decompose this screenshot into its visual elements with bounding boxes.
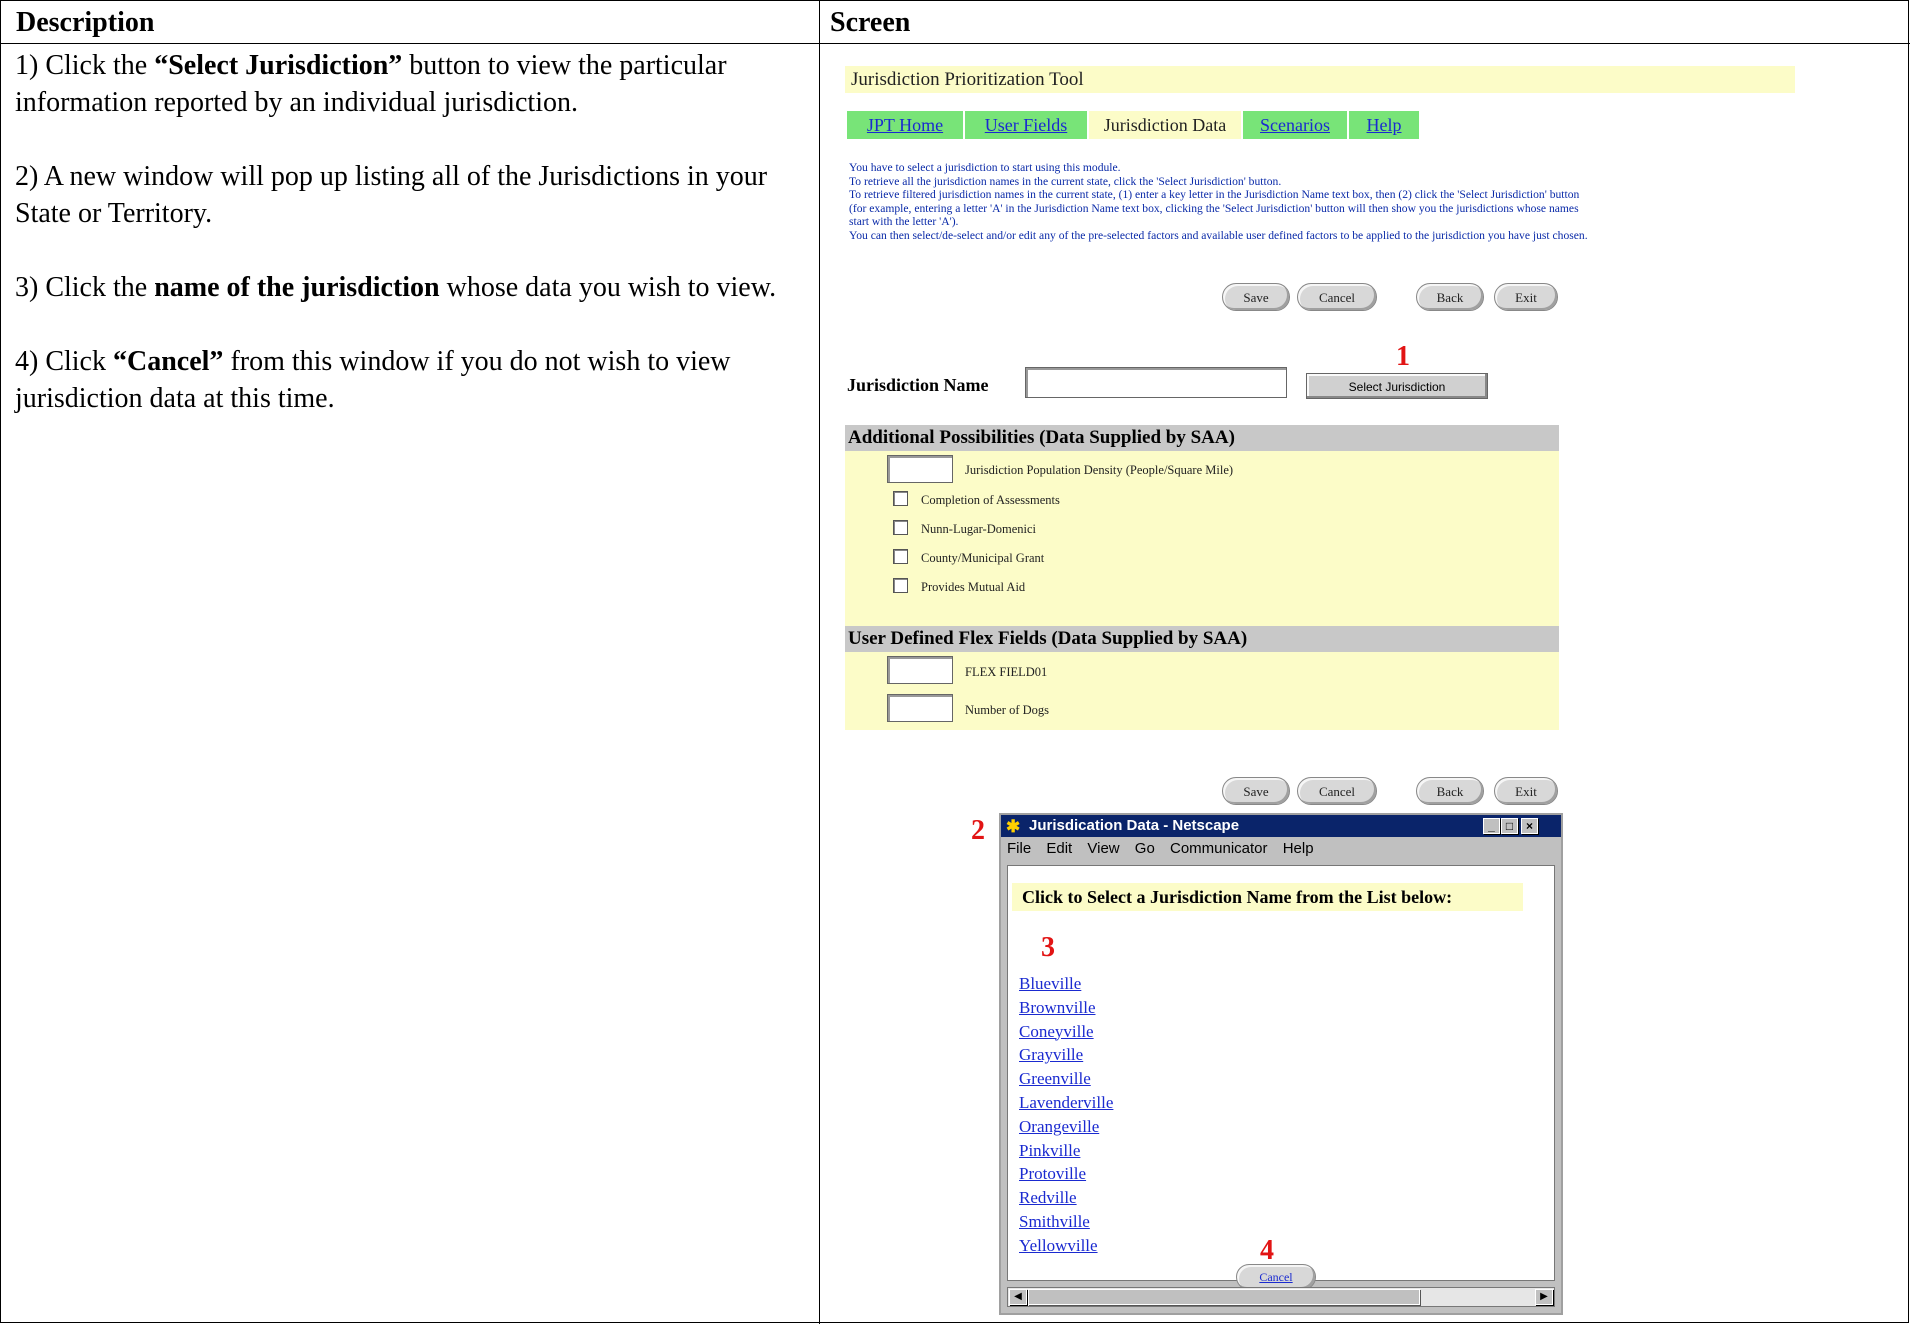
jurisdiction-link[interactable]: Brownville [1019,996,1113,1020]
back-button[interactable]: Back [1416,283,1484,311]
instruction-line: To retrieve all the jurisdiction names i… [849,174,1282,188]
step-marker-2: 2 [971,815,985,846]
flex-field-label: Number of Dogs [965,703,1050,717]
popup-heading: Click to Select a Jurisdiction Name from… [1012,883,1523,911]
maximize-icon[interactable]: □ [1501,818,1518,834]
save-button[interactable]: Save [1222,777,1290,805]
flex-fields-panel: User Defined Flex Fields (Data Supplied … [845,626,1559,730]
flex-field-input[interactable] [887,656,953,684]
additional-possibilities-panel: Additional Possibilities (Data Supplied … [845,425,1559,629]
menu-communicator[interactable]: Communicator [1170,840,1268,857]
jurisdiction-popup-window: ✱ Jurisdication Data - Netscape _ □ × Fi… [999,813,1563,1315]
jurisdiction-link[interactable]: Blueville [1019,972,1113,996]
tab-jurisdiction-data[interactable]: Jurisdiction Data [1089,111,1241,139]
popup-menu-bar: File Edit View Go Communicator Help [1007,840,1325,857]
checkbox[interactable] [893,549,908,564]
screen-mockup: Jurisdiction Prioritization Tool JPT Hom… [821,45,1909,1323]
scroll-right-icon[interactable]: ▶ [1535,1289,1553,1305]
back-button[interactable]: Back [1416,777,1484,805]
step-1: 1) Click the “Select Jurisdiction” butto… [15,50,727,118]
popup-title: Jurisdication Data - Netscape [1029,817,1240,834]
tab-user-fields[interactable]: User Fields [965,111,1087,139]
popup-content: Click to Select a Jurisdiction Name from… [1007,865,1555,1290]
horizontal-scrollbar[interactable]: ◀ ▶ [1007,1287,1555,1307]
step-4: 4) Click “Cancel” from this window if yo… [15,346,731,414]
description-column: 1) Click the “Select Jurisdiction” butto… [15,47,805,454]
density-input[interactable] [887,455,953,483]
select-jurisdiction-button[interactable]: Select Jurisdiction [1306,373,1488,399]
jurisdiction-link[interactable]: Lavenderville [1019,1091,1113,1115]
jurisdiction-list: Blueville Brownville Coneyville Grayvill… [1019,972,1113,1258]
menu-help[interactable]: Help [1283,840,1314,857]
jurisdiction-link[interactable]: Yellowville [1019,1234,1113,1258]
step-marker-4: 4 [1260,1235,1274,1266]
popup-title-bar: ✱ Jurisdication Data - Netscape _ □ × [1001,815,1561,837]
menu-edit[interactable]: Edit [1046,840,1072,857]
panel-body: FLEX FIELD01 Number of Dogs [845,652,1559,730]
instruction-line: To retrieve filtered jurisdiction names … [849,188,1580,202]
instruction-line: You have to select a jurisdiction to sta… [849,161,1121,174]
exit-button[interactable]: Exit [1494,283,1558,311]
jurisdiction-link[interactable]: Redville [1019,1186,1113,1210]
menu-go[interactable]: Go [1135,840,1155,857]
jurisdiction-link[interactable]: Pinkville [1019,1139,1113,1163]
step-marker-1: 1 [1396,341,1410,372]
scroll-thumb[interactable] [1028,1289,1420,1305]
panel-header: Additional Possibilities (Data Supplied … [845,425,1559,451]
tab-bar: JPT Home User Fields Jurisdiction Data S… [847,111,1475,139]
tab-help[interactable]: Help [1349,111,1419,139]
flex-field-input[interactable] [887,694,953,722]
save-button[interactable]: Save [1222,283,1290,311]
jurisdiction-link[interactable]: Coneyville [1019,1020,1113,1044]
jurisdiction-name-input[interactable] [1025,367,1287,398]
instructions: You have to select a jurisdiction to sta… [849,161,1789,243]
screen-header: Screen [830,7,911,38]
tab-scenarios[interactable]: Scenarios [1243,111,1347,139]
jurisdiction-link[interactable]: Protoville [1019,1162,1113,1186]
step-3: 3) Click the name of the jurisdiction wh… [15,272,777,303]
minimize-icon[interactable]: _ [1483,818,1500,834]
jurisdiction-link[interactable]: Orangeville [1019,1115,1113,1139]
checkbox-label: County/Municipal Grant [921,551,1045,565]
menu-file[interactable]: File [1007,840,1031,857]
exit-button[interactable]: Exit [1494,777,1558,805]
jurisdiction-link[interactable]: Grayville [1019,1043,1113,1067]
instruction-line: start with the letter 'A'). [849,215,959,229]
checkbox[interactable] [893,578,908,593]
document-table: Description Screen 1) Click the “Select … [0,0,1910,1324]
cancel-button[interactable]: Cancel [1297,283,1377,311]
checkbox[interactable] [893,520,908,535]
menu-view[interactable]: View [1087,840,1119,857]
checkbox-label: Provides Mutual Aid [921,580,1026,594]
panel-header: User Defined Flex Fields (Data Supplied … [845,626,1559,652]
instruction-line: You can then select/de-select and/or edi… [849,228,1588,242]
density-label: Jurisdiction Population Density (People/… [965,463,1234,477]
flex-field-label: FLEX FIELD01 [965,665,1048,679]
cancel-button[interactable]: Cancel [1297,777,1377,805]
app-title: Jurisdiction Prioritization Tool [845,66,1795,93]
jurisdiction-name-label: Jurisdiction Name [847,375,989,395]
step-2: 2) A new window will pop up listing all … [15,161,768,229]
column-divider [819,1,820,1324]
header-divider [1,43,1910,44]
description-header: Description [16,7,155,38]
tab-jpt-home[interactable]: JPT Home [847,111,963,139]
instruction-line: (for example, entering a letter 'A' in t… [849,201,1579,215]
scroll-left-icon[interactable]: ◀ [1009,1289,1027,1305]
close-icon[interactable]: × [1521,818,1538,834]
netscape-icon: ✱ [1006,817,1021,836]
jurisdiction-link[interactable]: Smithville [1019,1210,1113,1234]
checkbox[interactable] [893,491,908,506]
checkbox-label: Nunn-Lugar-Domenici [921,522,1036,536]
jurisdiction-link[interactable]: Greenville [1019,1067,1113,1091]
checkbox-label: Completion of Assessments [921,493,1060,507]
step-marker-3: 3 [1041,932,1055,963]
panel-body: Jurisdiction Population Density (People/… [845,451,1559,629]
